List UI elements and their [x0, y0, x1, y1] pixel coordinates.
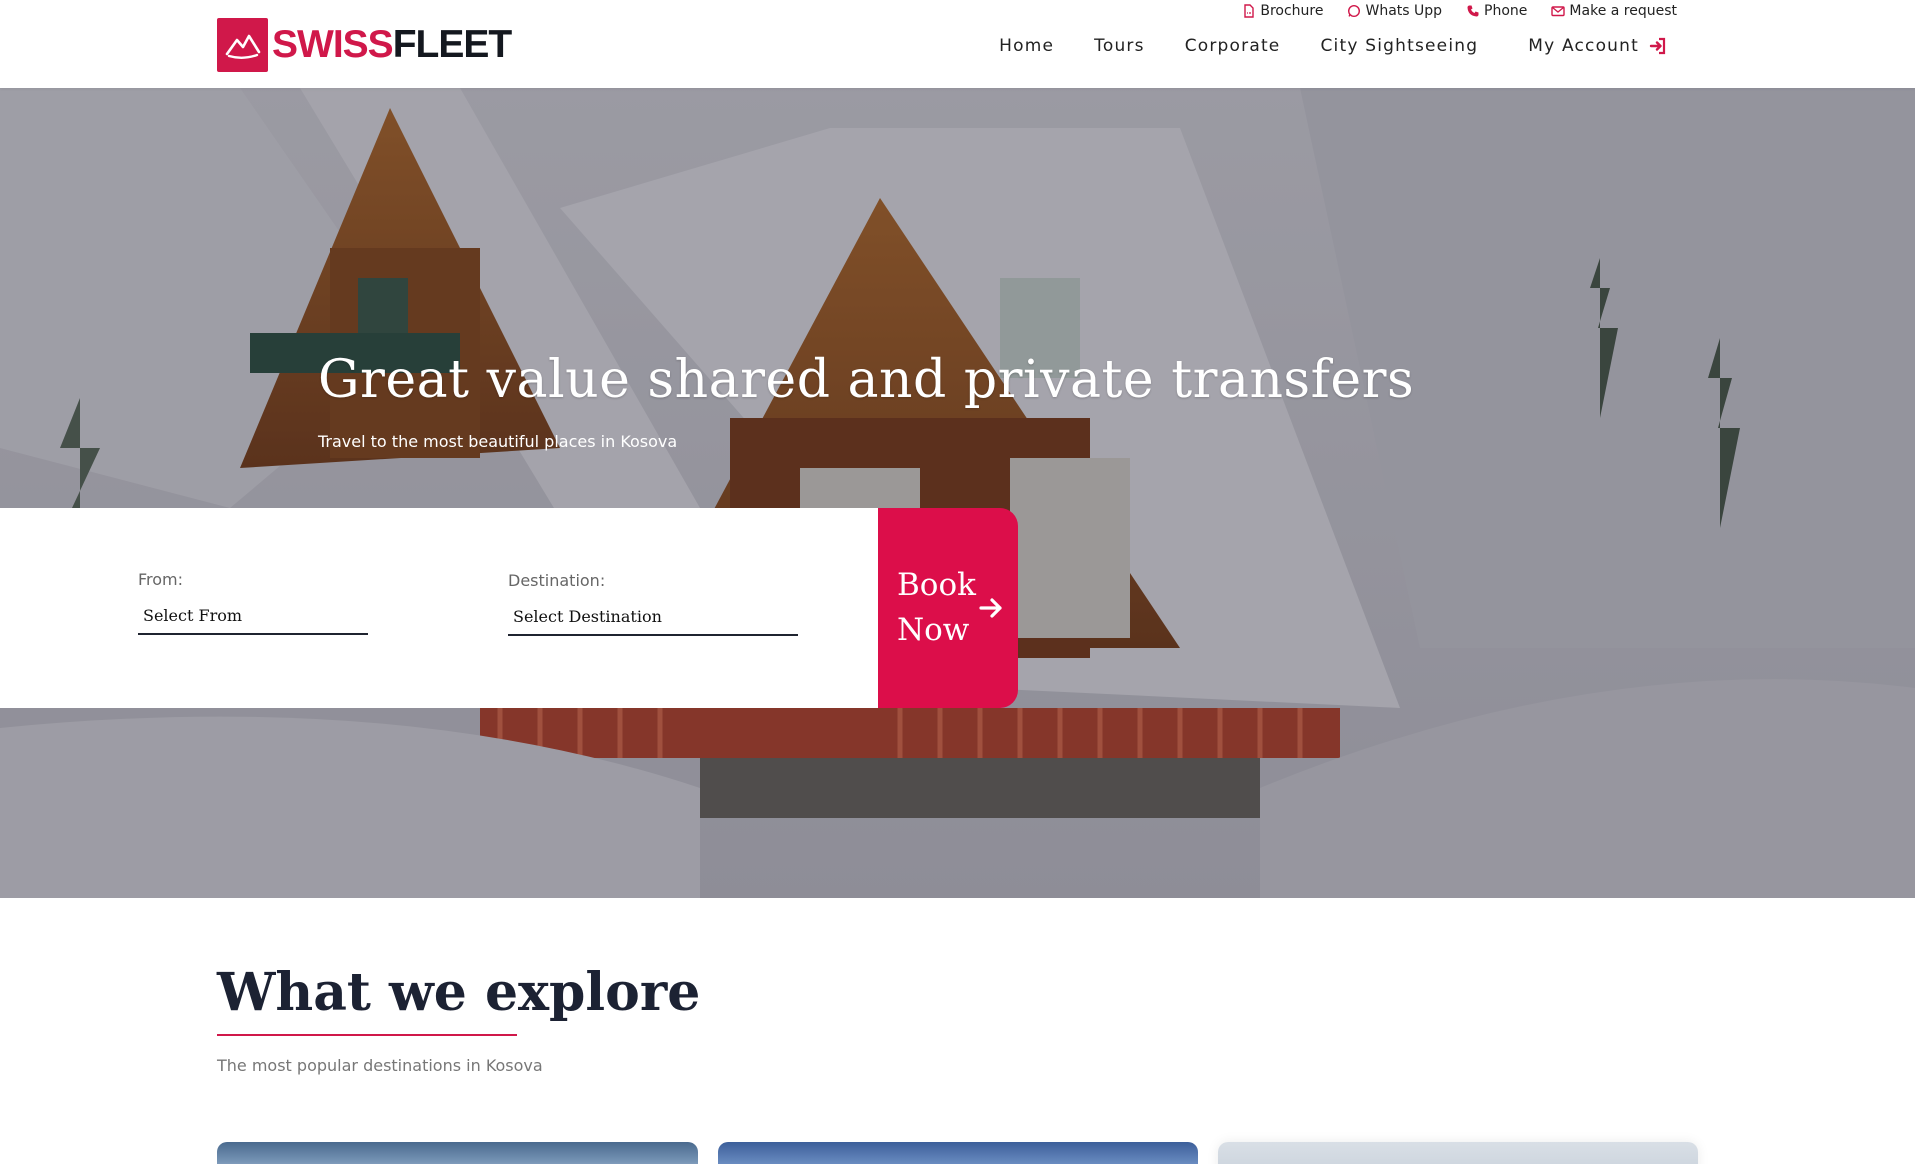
destination-card[interactable]	[217, 1142, 698, 1164]
envelope-icon	[1551, 6, 1566, 17]
logo[interactable]: SWISSFLEET	[217, 18, 512, 72]
from-label: From:	[138, 570, 184, 589]
mountain-logo-icon	[217, 18, 268, 72]
phone-label: Phone	[1484, 3, 1528, 19]
book-now-button[interactable]: Book Now	[878, 508, 1018, 708]
make-request-link[interactable]: Make a request	[1551, 3, 1677, 19]
make-request-label: Make a request	[1569, 3, 1677, 19]
phone-link[interactable]: Phone	[1466, 3, 1527, 19]
brochure-link[interactable]: Brochure	[1242, 3, 1323, 19]
from-select[interactable]: Select From	[138, 599, 368, 635]
explore-title: What we explore	[217, 962, 701, 1023]
brand-name-part2: FLEET	[392, 23, 512, 66]
nav-city-sightseeing[interactable]: City Sightseeing	[1320, 36, 1478, 56]
hero-section: Great value shared and private transfers…	[0, 88, 1915, 898]
sign-in-icon	[1649, 37, 1666, 55]
explore-subtitle: The most popular destinations in Kosova	[217, 1056, 543, 1075]
phone-icon	[1467, 5, 1479, 17]
hero-overlay	[0, 88, 1915, 898]
nav-corporate[interactable]: Corporate	[1185, 36, 1281, 56]
nav-tours[interactable]: Tours	[1094, 36, 1145, 56]
booking-search-form: From: Select From Destination: Select De…	[0, 508, 878, 708]
book-now-line2: Now	[897, 612, 970, 648]
whatsapp-link[interactable]: Whats Upp	[1347, 3, 1442, 19]
nav-home[interactable]: Home	[999, 36, 1054, 56]
destination-card[interactable]	[1218, 1142, 1698, 1164]
destination-label: Destination:	[508, 571, 606, 590]
arrow-right-icon	[979, 598, 1002, 618]
whatsapp-icon	[1348, 4, 1361, 18]
pdf-file-icon	[1244, 4, 1255, 18]
destination-select[interactable]: Select Destination	[508, 600, 798, 636]
whatsapp-label: Whats Upp	[1365, 3, 1443, 19]
destination-card[interactable]	[718, 1142, 1198, 1164]
destination-field: Destination: Select Destination	[508, 571, 798, 636]
brand-name: SWISSFLEET	[272, 18, 512, 72]
brand-name-part1: SWISS	[272, 23, 394, 66]
book-now-line1: Book	[897, 567, 976, 603]
main-nav: Home Tours Corporate City Sightseeing My…	[959, 32, 1667, 60]
hero-subtitle: Travel to the most beautiful places in K…	[318, 432, 678, 451]
top-contact-bar: Brochure Whats Upp Phone Make a request	[1242, 0, 1677, 22]
explore-title-underline	[217, 1034, 517, 1036]
book-now-label: Book Now	[897, 563, 977, 653]
from-field: From: Select From	[138, 570, 368, 635]
brochure-label: Brochure	[1260, 3, 1324, 19]
my-account-label: My Account	[1528, 36, 1639, 56]
site-header: SWISSFLEET Brochure Whats Upp Phone Make…	[0, 0, 1915, 88]
my-account-link[interactable]: My Account	[1528, 36, 1667, 56]
hero-title: Great value shared and private transfers	[318, 350, 1415, 410]
